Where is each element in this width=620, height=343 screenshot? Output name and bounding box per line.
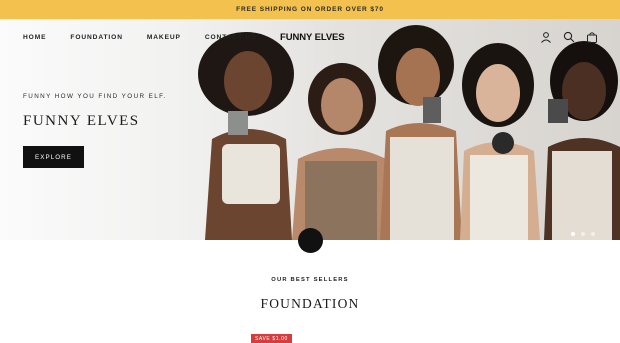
carousel-dot[interactable]	[571, 232, 575, 236]
model-figure	[460, 43, 540, 240]
hero-headline: FUNNY ELVES	[23, 113, 140, 129]
nav-icons	[540, 31, 598, 43]
search-icon[interactable]	[563, 31, 575, 43]
announcement-text: FREE SHIPPING ON ORDER OVER $70	[236, 6, 384, 13]
section-title: FOUNDATION	[260, 296, 360, 311]
best-sellers-label: OUR BEST SELLERS	[271, 277, 349, 283]
nav-links: HOME FOUNDATION MAKEUP CONTACT US	[23, 34, 281, 41]
model-figure	[544, 41, 620, 240]
account-icon[interactable]	[540, 31, 552, 43]
nav-link-foundation[interactable]: FOUNDATION	[70, 34, 122, 41]
site-logo[interactable]: FUNNY ELVES	[280, 32, 345, 43]
scroll-down-button[interactable]	[298, 228, 323, 253]
model-figure	[378, 25, 462, 240]
nav-link-home[interactable]: HOME	[23, 34, 46, 41]
announcement-bar: FREE SHIPPING ON ORDER OVER $70	[0, 0, 620, 19]
main-navigation: HOME FOUNDATION MAKEUP CONTACT US FUNNY …	[0, 19, 620, 57]
nav-link-makeup[interactable]: MAKEUP	[147, 34, 181, 41]
carousel-dot[interactable]	[581, 232, 585, 236]
carousel-dots	[571, 232, 595, 236]
hero-kicker: FUNNY HOW YOU FIND YOUR ELF.	[23, 93, 167, 100]
cart-icon[interactable]	[586, 31, 598, 43]
carousel-dot[interactable]	[591, 232, 595, 236]
sale-badge: SAVE $1.00	[251, 334, 292, 343]
model-figure	[292, 63, 390, 240]
explore-button[interactable]: EXPLORE	[23, 146, 84, 168]
nav-link-contact[interactable]: CONTACT US	[205, 34, 257, 41]
model-figure	[198, 32, 294, 240]
